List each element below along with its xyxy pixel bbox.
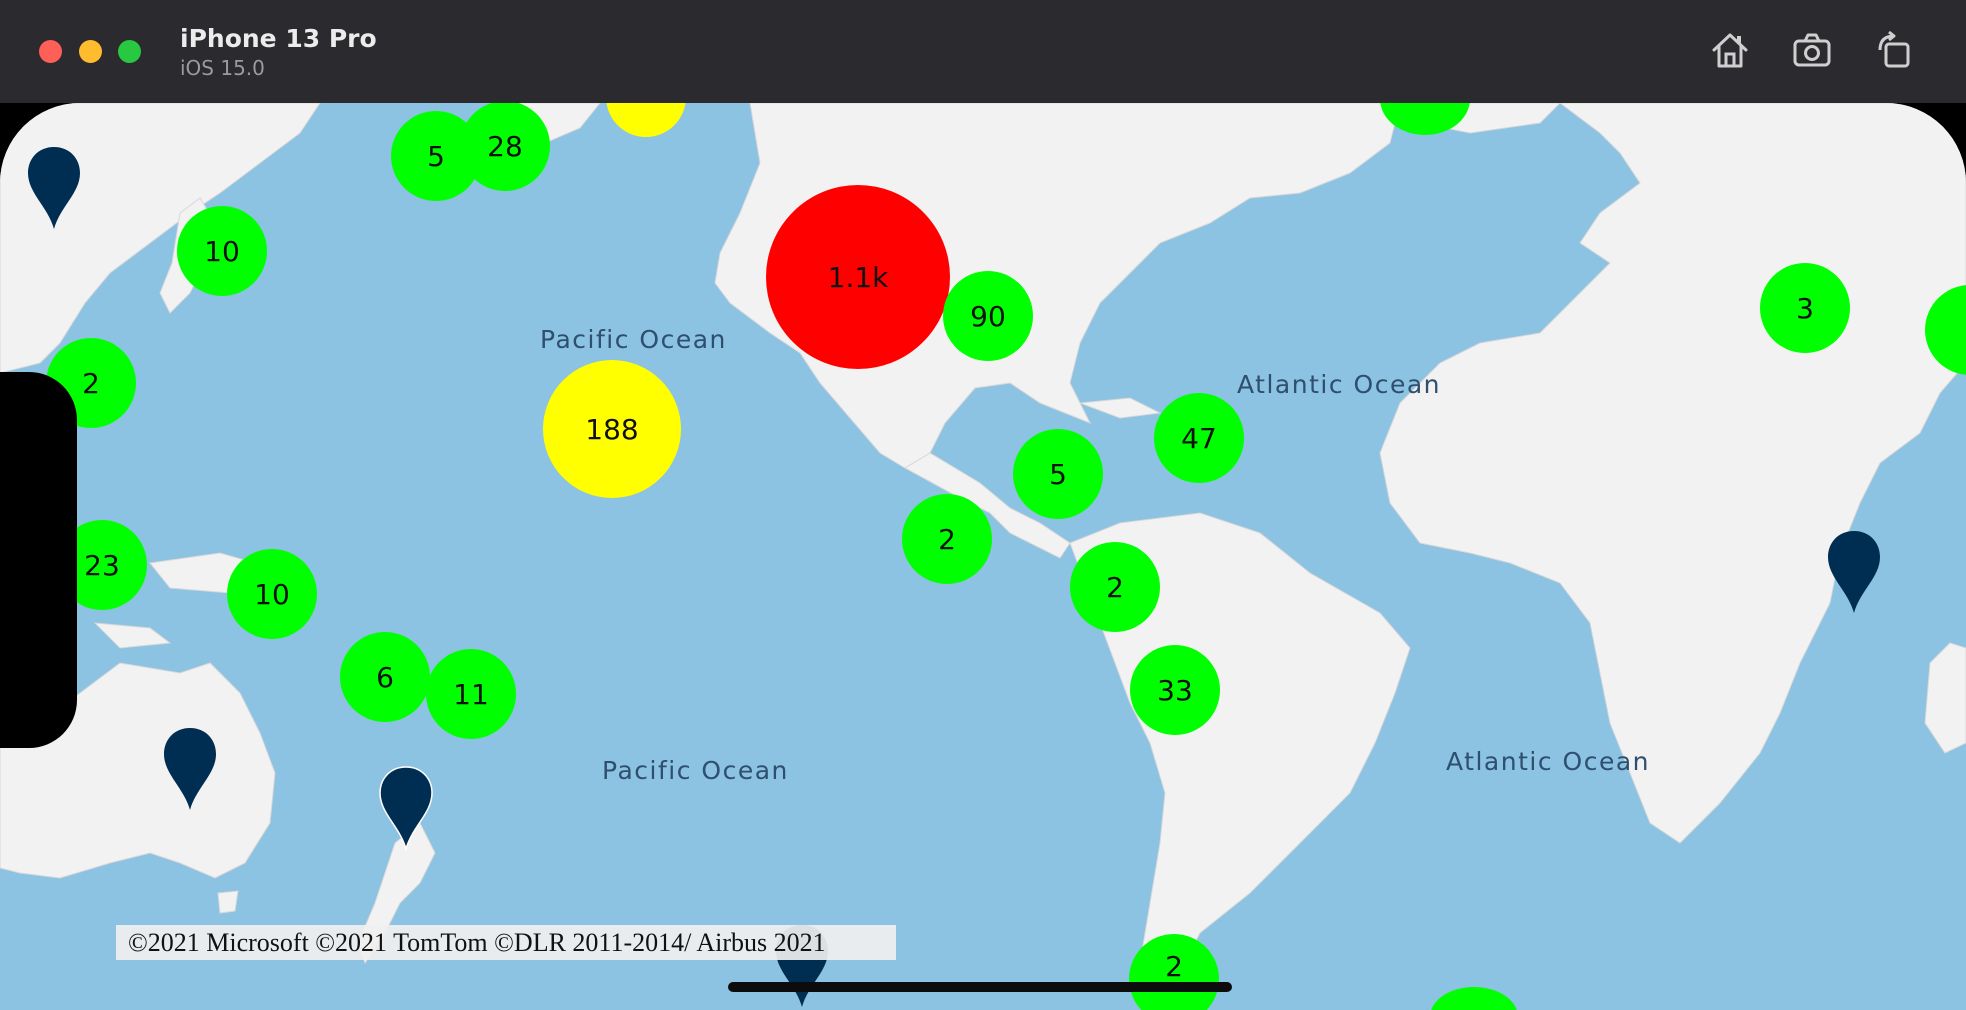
- cluster-bubble[interactable]: 2: [902, 494, 992, 584]
- screenshot-icon[interactable]: [1792, 30, 1832, 70]
- minimize-window-button[interactable]: [79, 40, 102, 63]
- ocean-label-pacific-north: Pacific Ocean: [540, 325, 727, 354]
- cluster-bubble[interactable]: 6: [340, 632, 430, 722]
- cluster-bubble[interactable]: 47: [1154, 393, 1244, 483]
- cluster-bubble[interactable]: 90: [943, 271, 1033, 361]
- simulator-title-bar: iPhone 13 Pro iOS 15.0: [0, 0, 1966, 103]
- map-pin-icon[interactable]: [26, 145, 82, 231]
- device-notch: [0, 372, 77, 748]
- ocean-label-pacific-south: Pacific Ocean: [602, 756, 789, 785]
- map-pin-icon[interactable]: [1826, 529, 1882, 615]
- map-pin-icon[interactable]: [378, 765, 434, 851]
- cluster-bubble[interactable]: 3: [1760, 263, 1850, 353]
- rotate-icon[interactable]: [1874, 30, 1914, 70]
- cluster-bubble[interactable]: 28: [460, 103, 550, 191]
- map-pin-icon[interactable]: [162, 726, 218, 812]
- cluster-bubble[interactable]: 2: [1070, 542, 1160, 632]
- close-window-button[interactable]: [39, 40, 62, 63]
- device-name: iPhone 13 Pro: [180, 24, 377, 53]
- map-copyright: ©2021 Microsoft ©2021 TomTom ©DLR 2011-2…: [116, 925, 896, 960]
- zoom-window-button[interactable]: [118, 40, 141, 63]
- cluster-bubble[interactable]: 33: [1130, 645, 1220, 735]
- map-view[interactable]: Pacific Ocean Pacific Ocean Atlantic Oce…: [0, 103, 1966, 1010]
- ocean-label-atlantic-south: Atlantic Ocean: [1446, 747, 1650, 776]
- home-indicator[interactable]: [728, 982, 1232, 992]
- cluster-bubble[interactable]: 10: [227, 549, 317, 639]
- cluster-bubble[interactable]: 1.1k: [766, 185, 950, 369]
- ocean-label-atlantic-north: Atlantic Ocean: [1237, 370, 1441, 399]
- cluster-bubble[interactable]: 188: [543, 360, 681, 498]
- cluster-bubble[interactable]: 10: [177, 206, 267, 296]
- os-version: iOS 15.0: [180, 56, 265, 80]
- cluster-bubble[interactable]: 5: [1013, 429, 1103, 519]
- cluster-bubble[interactable]: 11: [426, 649, 516, 739]
- home-icon[interactable]: [1710, 30, 1750, 70]
